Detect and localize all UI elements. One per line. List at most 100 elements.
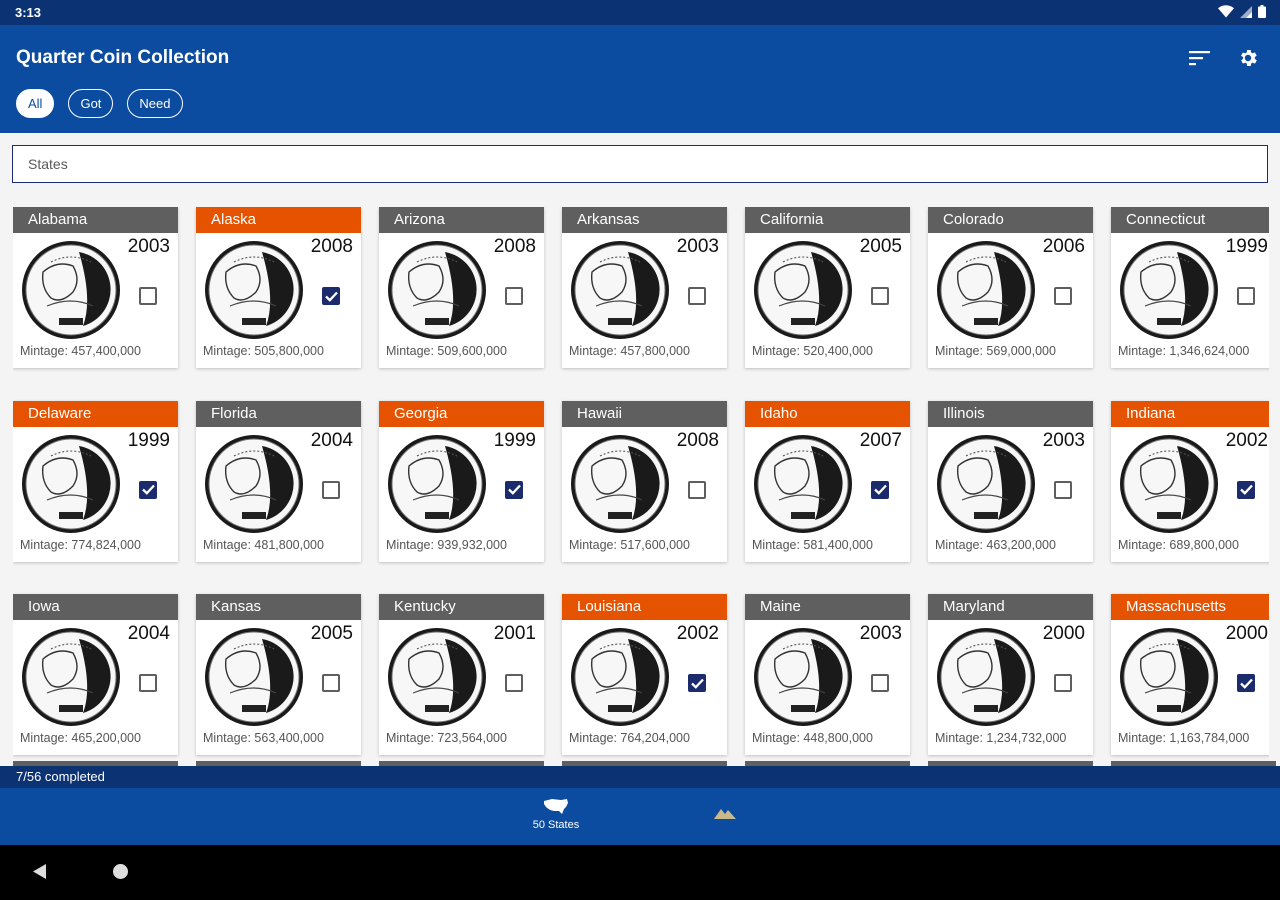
coin-card-iowa[interactable]: Iowa 2004 Mintage: 465,200,000	[13, 594, 178, 756]
coin-mintage: Mintage: 939,932,000	[386, 537, 507, 552]
coin-state-name: Kansas	[196, 594, 361, 621]
coin-card-massachusetts[interactable]: Massachusetts 2000 Mintage: 1,163,784,00…	[1111, 594, 1269, 756]
coin-state-name: Arizona	[379, 207, 544, 233]
check-icon	[1239, 678, 1253, 689]
coin-year: 2008	[493, 236, 536, 257]
quarter-coin-icon	[754, 241, 852, 339]
search-input[interactable]	[13, 146, 1267, 182]
coin-mintage: Mintage: 509,600,000	[386, 344, 507, 358]
coin-card-delaware[interactable]: Delaware 1999 Mintage: 774,824,000	[13, 400, 178, 562]
coin-state-name: Connecticut	[1111, 207, 1269, 233]
coin-card-maine[interactable]: Maine 2003 Mintage: 448,800,000	[745, 594, 910, 756]
coin-owned-checkbox[interactable]	[505, 480, 523, 499]
coin-card-california[interactable]: California 2005 Mintage: 520,400,000	[745, 207, 910, 368]
coin-year: 2003	[127, 236, 170, 257]
quarter-coin-icon	[1120, 434, 1218, 533]
coin-owned-checkbox[interactable]	[871, 480, 889, 499]
coin-card-colorado[interactable]: Colorado 2006 Mintage: 569,000,000	[928, 207, 1093, 368]
check-icon	[141, 484, 155, 495]
settings-button[interactable]	[1233, 43, 1263, 73]
coin-state-name: Georgia	[379, 400, 544, 427]
coin-owned-checkbox[interactable]	[1054, 674, 1072, 693]
coin-owned-checkbox[interactable]	[688, 287, 706, 305]
back-icon[interactable]	[31, 863, 48, 880]
coin-year: 2007	[859, 429, 902, 451]
coin-mintage: Mintage: 723,564,000	[386, 731, 507, 746]
coin-owned-checkbox[interactable]	[688, 480, 706, 499]
coin-state-name: Maine	[745, 594, 910, 621]
coin-year: 2002	[1225, 429, 1268, 451]
sort-button[interactable]	[1185, 43, 1215, 73]
coin-year: 2004	[127, 623, 170, 645]
coin-owned-checkbox[interactable]	[1054, 480, 1072, 499]
coin-year: 1999	[1225, 236, 1268, 257]
coin-card-connecticut[interactable]: Connecticut 1999 Mintage: 1,346,624,000	[1111, 207, 1269, 368]
coin-card-indiana[interactable]: Indiana 2002 Mintage: 689,800,000	[1111, 400, 1269, 562]
coin-state-name: Kentucky	[379, 594, 544, 621]
coin-state-name: Florida	[196, 400, 361, 427]
coin-owned-checkbox[interactable]	[1237, 287, 1255, 305]
coin-card-illinois[interactable]: Illinois 2003 Mintage: 463,200,000	[928, 400, 1093, 562]
coin-state-name: Illinois	[928, 400, 1093, 427]
coin-year: 2003	[1042, 429, 1085, 451]
quarter-coin-icon	[22, 628, 120, 727]
coin-owned-checkbox[interactable]	[139, 287, 157, 305]
coin-mintage: Mintage: 689,800,000	[1118, 537, 1239, 552]
coin-state-name: Alaska	[196, 207, 361, 233]
coin-mintage: Mintage: 457,800,000	[569, 344, 690, 358]
coin-owned-checkbox[interactable]	[1054, 287, 1072, 305]
coin-owned-checkbox[interactable]	[139, 674, 157, 693]
page-title: Quarter Coin Collection	[16, 47, 230, 68]
coin-card-georgia[interactable]: Georgia 1999 Mintage: 939,932,000	[379, 400, 544, 562]
coin-owned-checkbox[interactable]	[139, 480, 157, 499]
quarter-coin-icon	[937, 628, 1035, 727]
filter-chip-all[interactable]: All	[16, 89, 55, 118]
coin-mintage: Mintage: 581,400,000	[752, 537, 873, 552]
coin-year: 2005	[310, 623, 353, 645]
coin-mintage: Mintage: 1,346,624,000	[1118, 344, 1250, 358]
coin-mintage: Mintage: 505,800,000	[203, 344, 324, 358]
coin-owned-checkbox[interactable]	[505, 674, 523, 693]
coin-owned-checkbox[interactable]	[871, 287, 889, 305]
coin-owned-checkbox[interactable]	[322, 480, 340, 499]
coin-card-arkansas[interactable]: Arkansas 2003 Mintage: 457,800,000	[562, 207, 727, 368]
status-time: 3:13	[15, 5, 42, 20]
coin-mintage: Mintage: 481,800,000	[203, 537, 324, 552]
coin-card-louisiana[interactable]: Louisiana 2002 Mintage: 764,204,000	[562, 594, 727, 756]
coin-owned-checkbox[interactable]	[322, 674, 340, 693]
filter-chip-need[interactable]: Need	[127, 89, 183, 118]
home-icon[interactable]	[112, 863, 129, 880]
quarter-coin-icon	[22, 241, 120, 339]
coin-card-hawaii[interactable]: Hawaii 2008 Mintage: 517,600,000	[562, 400, 727, 562]
quarter-coin-icon	[388, 241, 486, 339]
coin-card-kentucky[interactable]: Kentucky 2001 Mintage: 723,564,000	[379, 594, 544, 756]
check-icon	[873, 484, 887, 495]
bottom-nav: 50 States	[0, 788, 1280, 845]
coin-card-florida[interactable]: Florida 2004 Mintage: 481,800,000	[196, 400, 361, 562]
coin-owned-checkbox[interactable]	[322, 287, 340, 305]
coin-card-idaho[interactable]: Idaho 2007 Mintage: 581,400,000	[745, 400, 910, 562]
quarter-coin-icon	[571, 241, 669, 339]
coin-state-name: Colorado	[928, 207, 1093, 233]
coin-card-alabama[interactable]: Alabama 2003 Mintage: 457,400,000	[13, 207, 178, 368]
coin-state-name: Idaho	[745, 400, 910, 427]
coin-owned-checkbox[interactable]	[871, 674, 889, 693]
nav-item-parks[interactable]	[712, 806, 738, 820]
filter-chip-got[interactable]: Got	[68, 89, 114, 118]
coin-owned-checkbox[interactable]	[1237, 674, 1255, 693]
coin-year: 2008	[676, 429, 719, 451]
coin-owned-checkbox[interactable]	[688, 674, 706, 693]
coin-state-name: Indiana	[1111, 400, 1269, 427]
quarter-coin-icon	[754, 434, 852, 533]
quarter-coin-icon	[388, 434, 486, 533]
coin-state-name: Hawaii	[562, 400, 727, 427]
coin-state-name: Louisiana	[562, 594, 727, 621]
coin-card-alaska[interactable]: Alaska 2008 Mintage: 505,800,000	[196, 207, 361, 368]
coin-card-maryland[interactable]: Maryland 2000 Mintage: 1,234,732,000	[928, 594, 1093, 756]
coin-owned-checkbox[interactable]	[1237, 480, 1255, 499]
coin-owned-checkbox[interactable]	[505, 287, 523, 305]
nav-item-50-states[interactable]: 50 States	[520, 798, 592, 831]
coin-card-arizona[interactable]: Arizona 2008 Mintage: 509,600,000	[379, 207, 544, 368]
coin-card-kansas[interactable]: Kansas 2005 Mintage: 563,400,000	[196, 594, 361, 756]
quarter-coin-icon	[571, 434, 669, 533]
